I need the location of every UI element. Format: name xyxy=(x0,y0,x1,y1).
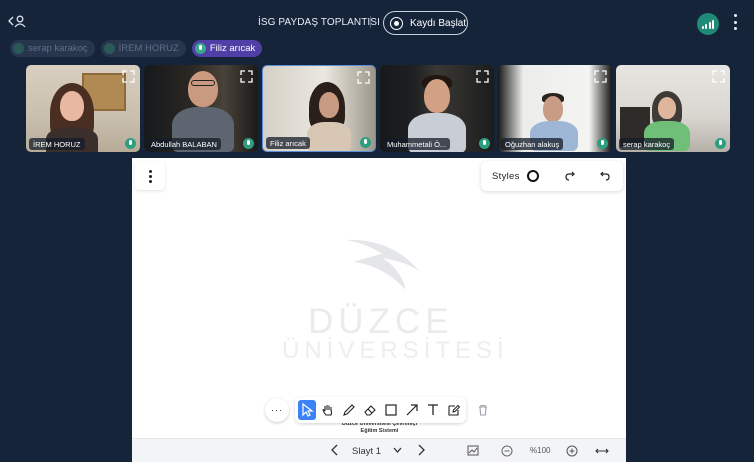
dot-icon xyxy=(733,14,737,17)
mic-icon xyxy=(597,138,608,149)
hand-icon xyxy=(322,405,333,416)
whiteboard-menu-button[interactable] xyxy=(135,162,165,190)
expand-icon[interactable] xyxy=(357,71,370,84)
mic-icon xyxy=(360,137,371,148)
drawing-toolbar: ··· xyxy=(265,396,493,424)
dot-icon xyxy=(148,169,152,173)
eraser-icon xyxy=(364,405,376,416)
speaker-chip[interactable]: serap karakoç xyxy=(10,40,95,57)
styles-button[interactable]: Styles xyxy=(492,171,520,182)
note-tool[interactable] xyxy=(445,400,463,420)
record-label: Kaydı Başlat xyxy=(410,17,467,29)
signal-bar-icon xyxy=(712,20,715,29)
video-tile[interactable]: Oğuzhan alakuş xyxy=(498,65,612,152)
video-tiles: İREM HORUZ Abdullah BALABAN Filiz arıcak xyxy=(26,65,732,152)
logo-text-line2: ÜNİVERSİTESİ xyxy=(282,337,509,364)
slide-caption-line2: Eğitim Sistemi xyxy=(360,428,399,434)
chevron-down-icon[interactable] xyxy=(393,445,402,455)
zoom-in-icon[interactable] xyxy=(566,445,578,457)
mic-icon xyxy=(243,138,254,149)
speaker-chips: serap karakoç İREM HORUZ Filiz arıcak xyxy=(10,40,263,58)
rectangle-tool[interactable] xyxy=(382,400,400,420)
undo-icon[interactable] xyxy=(599,170,611,182)
university-logo: DÜZCE ÜNİVERSİTESİ xyxy=(272,230,504,365)
mic-icon xyxy=(479,138,490,149)
pencil-tool[interactable] xyxy=(340,400,358,420)
user-arrow-icon xyxy=(8,15,26,28)
mic-icon xyxy=(715,138,726,149)
logo-wing-icon xyxy=(346,239,420,290)
expand-icon[interactable] xyxy=(476,70,489,83)
participant-name: Abdullah BALABAN xyxy=(147,138,221,150)
arrow-icon xyxy=(406,404,418,416)
redo-icon[interactable] xyxy=(564,170,576,182)
participants-toggle-button[interactable] xyxy=(8,12,28,30)
title-divider xyxy=(370,16,371,28)
eraser-tool[interactable] xyxy=(361,400,379,420)
top-bar: İSG PAYDAŞ TOPLANTISI Kaydı Başlat xyxy=(0,0,754,40)
note-edit-icon xyxy=(448,404,461,416)
participant-name: Filiz arıcak xyxy=(266,137,310,149)
slide-navigation-bar: Slayt 1 %100 xyxy=(132,438,626,462)
fit-width-icon[interactable] xyxy=(595,445,609,457)
tool-group xyxy=(295,397,466,423)
dot-icon xyxy=(148,179,152,183)
video-tile[interactable]: Abdullah BALABAN xyxy=(144,65,258,152)
chevron-right-icon[interactable] xyxy=(416,444,426,456)
mic-icon xyxy=(125,138,136,149)
signal-bar-icon xyxy=(708,22,711,29)
dot-icon xyxy=(733,27,737,30)
stroke-style-icon[interactable] xyxy=(526,170,539,182)
meeting-title: İSG PAYDAŞ TOPLANTISI xyxy=(258,17,380,28)
speaker-chip[interactable]: İREM HORUZ xyxy=(100,40,186,57)
participant-name: İREM HORUZ xyxy=(29,138,85,150)
expand-icon[interactable] xyxy=(122,70,135,83)
arrow-tool[interactable] xyxy=(403,400,421,420)
text-icon xyxy=(428,404,438,415)
dot-icon xyxy=(148,174,152,178)
more-tools-button[interactable]: ··· xyxy=(265,398,289,422)
zoom-out-icon[interactable] xyxy=(501,445,513,457)
trash-icon[interactable] xyxy=(476,403,490,417)
mic-icon xyxy=(103,43,115,54)
mic-icon xyxy=(13,43,24,54)
chevron-left-icon[interactable] xyxy=(330,444,340,456)
expand-icon[interactable] xyxy=(712,70,725,83)
slide-selector[interactable]: Slayt 1 xyxy=(352,446,381,457)
participant-name: Oğuzhan alakuş xyxy=(501,138,564,150)
fit-to-screen-icon[interactable] xyxy=(467,445,479,456)
select-tool[interactable] xyxy=(298,400,316,420)
video-tile-speaking[interactable]: Filiz arıcak xyxy=(262,65,376,152)
whiteboard[interactable]: Styles DÜZCE ÜNİVERSİTESİ Düzce Üniversi… xyxy=(132,158,626,462)
video-tile[interactable]: serap karakoç xyxy=(616,65,730,152)
dot-icon xyxy=(733,20,737,24)
mic-icon xyxy=(194,43,206,54)
participant-name: serap karakoç xyxy=(619,138,675,150)
logo-text-line1: DÜZCE xyxy=(308,302,454,341)
more-options-button[interactable] xyxy=(732,14,738,30)
speaker-chip-label: serap karakoç xyxy=(28,43,88,54)
expand-icon[interactable] xyxy=(594,70,607,83)
speaker-chip-label: Filiz arıcak xyxy=(209,43,256,54)
participant-name: Muhammetali Ö... xyxy=(383,138,451,150)
video-tile[interactable]: Muhammetali Ö... xyxy=(380,65,494,152)
start-recording-button[interactable]: Kaydı Başlat xyxy=(383,11,468,35)
speaker-chip-label: İREM HORUZ xyxy=(118,43,179,54)
signal-bar-icon xyxy=(705,24,708,29)
text-tool[interactable] xyxy=(424,400,442,420)
rectangle-icon xyxy=(385,404,397,416)
speaker-chip-active[interactable]: Filiz arıcak xyxy=(191,40,263,57)
signal-bar-icon xyxy=(701,26,704,29)
connection-status-button[interactable] xyxy=(697,13,719,35)
pencil-icon xyxy=(343,404,355,416)
style-panel: Styles xyxy=(481,161,623,191)
record-icon xyxy=(390,16,403,30)
zoom-level: %100 xyxy=(530,446,551,455)
expand-icon[interactable] xyxy=(240,70,253,83)
pan-tool[interactable] xyxy=(319,400,337,420)
video-tile[interactable]: İREM HORUZ xyxy=(26,65,140,152)
cursor-icon xyxy=(302,403,314,417)
